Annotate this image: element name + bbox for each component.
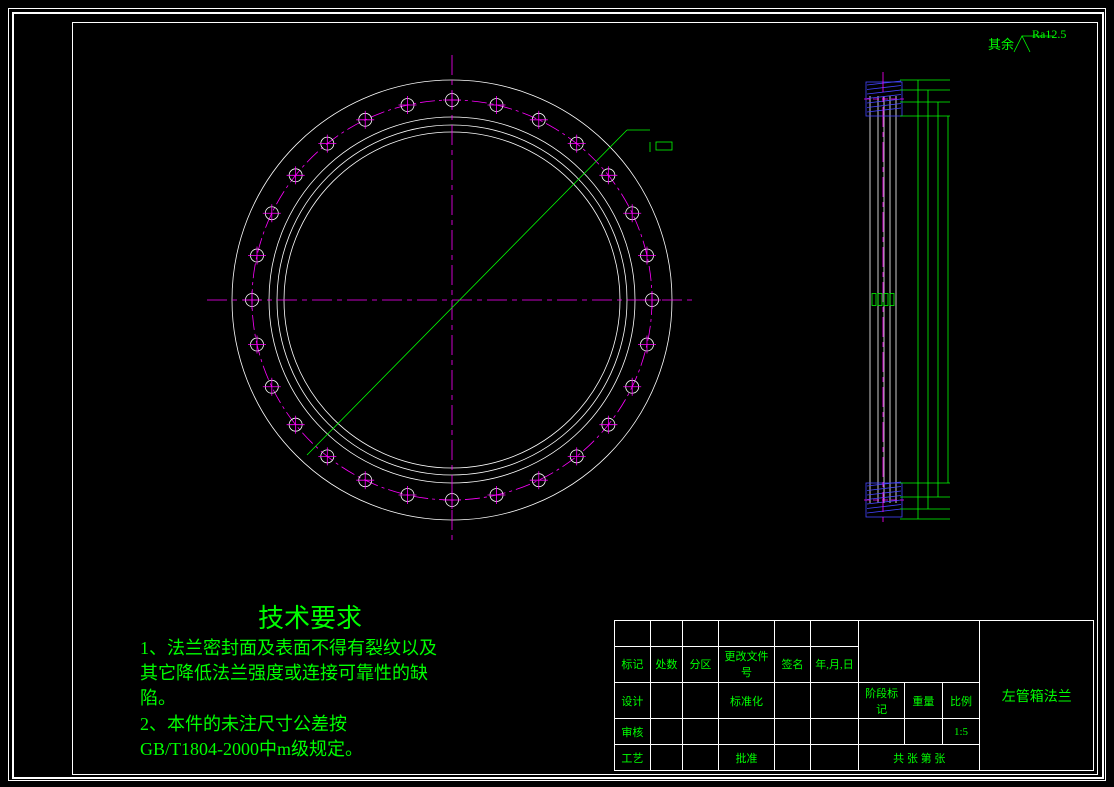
title-block: 左管箱法兰 标记处数分区 更改文件号签名年,月,日 设计 标准化 阶段标记 重量… <box>614 620 1094 771</box>
part-name-cell: 左管箱法兰 <box>980 621 1094 771</box>
tech-req-line3: 陷。 <box>140 686 480 711</box>
tech-req-line1: 1、法兰密封面及表面不得有裂纹以及 <box>140 636 480 661</box>
tech-req-line4: 2、本件的未注尺寸公差按 <box>140 712 480 737</box>
tech-req-line5: GB/T1804-2000中m级规定。 <box>140 737 480 762</box>
tech-req-body: 1、法兰密封面及表面不得有裂纹以及 其它降低法兰强度或连接可靠性的缺 陷。 2、… <box>140 636 480 762</box>
tech-req-title: 技术要求 <box>258 598 362 635</box>
tech-req-line2: 其它降低法兰强度或连接可靠性的缺 <box>140 661 480 686</box>
